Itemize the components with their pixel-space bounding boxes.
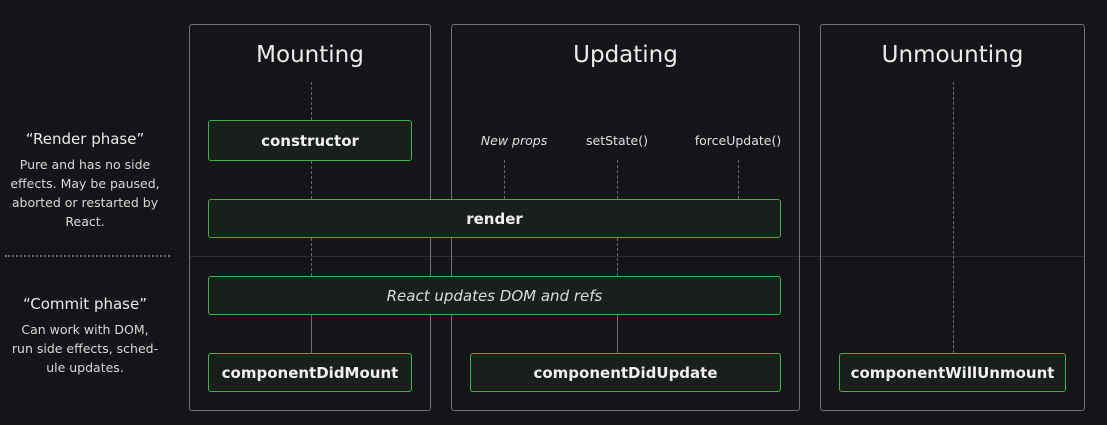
dom-update-box: React updates DOM and refs (208, 276, 781, 315)
connector-line (617, 315, 618, 353)
commit-phase-description: Can work with DOM, run side effects, sch… (0, 320, 170, 377)
render-desc-line: aborted or restarted by (11, 195, 159, 210)
connector-line (504, 160, 505, 199)
render-phase-description: Pure and has no side effects. May be pau… (0, 155, 170, 231)
mounting-title: Mounting (256, 42, 364, 68)
component-did-update-box: componentDidUpdate (470, 353, 781, 392)
connector-line (617, 160, 618, 199)
render-desc-line: effects. May be paused, (10, 176, 160, 191)
connector-line (953, 82, 954, 353)
connector-line (311, 238, 312, 276)
unmounting-title: Unmounting (881, 42, 1024, 68)
commit-desc-line: ule updates. (46, 360, 124, 375)
trigger-new-props: New props (480, 133, 548, 148)
component-will-unmount-box: componentWillUnmount (839, 353, 1066, 392)
trigger-set-state: setState() (586, 133, 648, 148)
component-did-mount-box: componentDidMount (208, 353, 412, 392)
connector-line (738, 160, 739, 199)
trigger-force-update: forceUpdate() (694, 133, 782, 148)
connector-line (311, 315, 312, 353)
commit-desc-line: Can work with DOM, (21, 322, 149, 337)
commit-phase-title: “Commit phase” (23, 295, 147, 313)
commit-desc-line: run side effects, sched- (11, 341, 159, 356)
connector-line (617, 238, 618, 276)
updating-title: Updating (573, 42, 678, 68)
connector-line (311, 82, 312, 120)
render-box: render (208, 199, 781, 238)
phase-divider-dotted (5, 255, 170, 257)
render-desc-line: React. (65, 214, 105, 229)
render-phase-title: “Render phase” (25, 130, 145, 148)
render-desc-line: Pure and has no side (19, 157, 151, 172)
connector-line (311, 161, 312, 199)
constructor-box: constructor (208, 120, 412, 161)
